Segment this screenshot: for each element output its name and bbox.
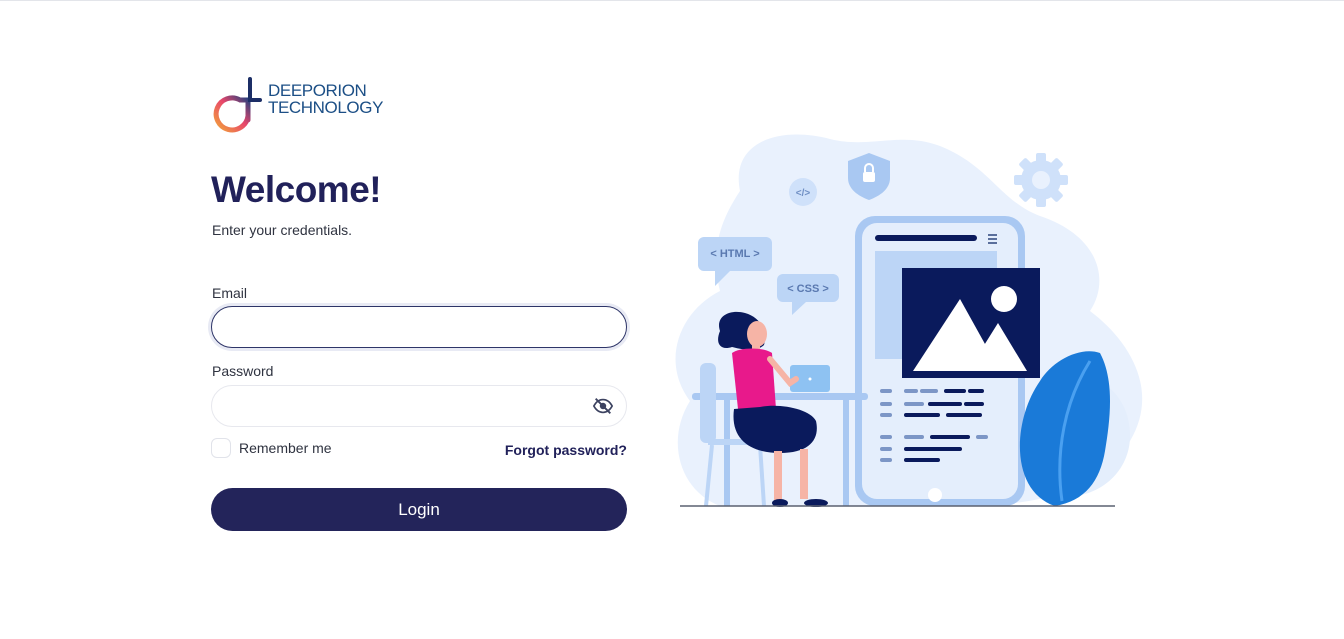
gear-icon (1014, 153, 1068, 207)
remember-me[interactable]: Remember me (211, 438, 332, 458)
brand-wordmark: DEEPORION TECHNOLOGY (268, 82, 383, 116)
desk-top (692, 393, 868, 400)
remember-checkbox[interactable] (211, 438, 231, 458)
login-illustration: </> < HTML > < CSS > (675, 134, 1143, 507)
page-subtitle: Enter your credentials. (212, 222, 353, 238)
password-input[interactable] (211, 385, 627, 427)
html-bubble-label: < HTML > (710, 248, 759, 260)
desk-leg (843, 400, 849, 506)
email-label: Email (212, 285, 248, 301)
forgot-password-link[interactable]: Forgot password? (505, 442, 627, 458)
email-input[interactable] (211, 306, 627, 348)
eye-off-icon[interactable] (592, 395, 614, 417)
remember-label: Remember me (239, 440, 332, 456)
password-label: Password (212, 363, 274, 379)
image-card (902, 268, 1040, 378)
login-button[interactable]: Login (211, 488, 627, 531)
brand-line-2: TECHNOLOGY (268, 98, 384, 117)
desk-leg-left (724, 400, 730, 506)
code-tag-label: </> (796, 188, 811, 199)
page-title: Welcome! (211, 169, 382, 210)
css-bubble-label: < CSS > (787, 283, 829, 295)
brand-logo-icon (213, 77, 262, 133)
brand-line-1: DEEPORION (268, 81, 367, 100)
brand-logo: DEEPORION TECHNOLOGY (210, 76, 383, 138)
